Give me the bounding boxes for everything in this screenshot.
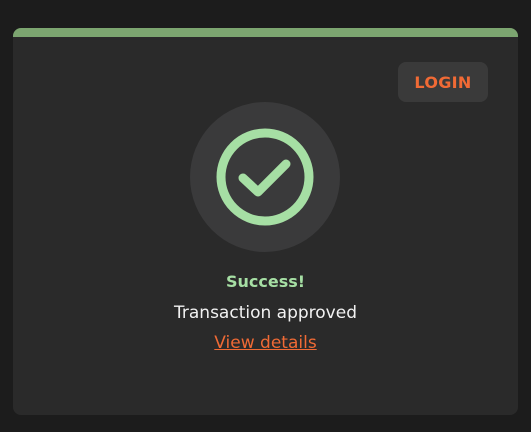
success-icon-badge xyxy=(190,102,340,252)
login-button[interactable]: LOGIN xyxy=(398,62,488,102)
view-details-link[interactable]: View details xyxy=(214,333,316,353)
view-details-container: View details xyxy=(13,333,518,353)
card-accent-bar xyxy=(13,28,518,37)
check-circle-icon xyxy=(216,128,314,226)
success-card: LOGIN Success! Transaction approved View… xyxy=(13,28,518,415)
status-title: Success! xyxy=(225,272,306,291)
status-message: Transaction approved xyxy=(174,303,357,323)
